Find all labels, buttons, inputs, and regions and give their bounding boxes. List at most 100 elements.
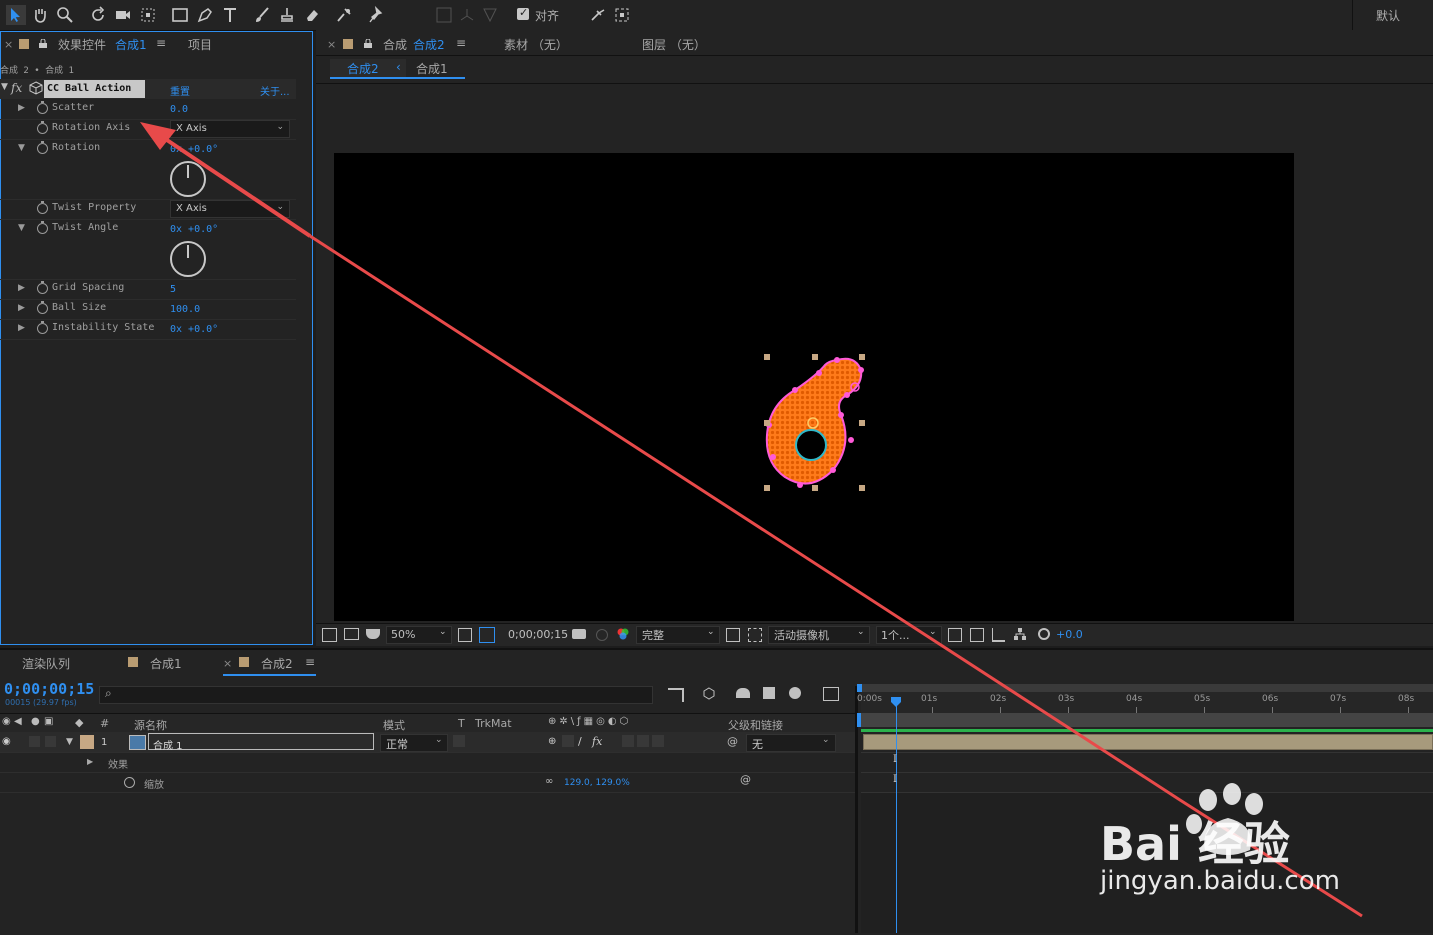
layer-collapse-arrow-icon[interactable]: ▼ [66, 737, 73, 747]
comp2-tab[interactable]: 合成2 [261, 655, 293, 672]
views-dropdown[interactable]: 1个... ⌄ [876, 626, 942, 644]
comp-nav-arrow-icon[interactable]: ‹ [396, 60, 401, 74]
shape-layer-six[interactable] [755, 345, 875, 500]
layer-collapse-switch[interactable] [562, 735, 574, 747]
monitor-icon[interactable] [344, 628, 359, 640]
parent-dropdown[interactable]: 无 ⌄ [746, 734, 836, 752]
twist-property-dropdown[interactable]: X Axis ⌄ [170, 200, 290, 218]
viewer-tab-close-icon[interactable]: × [327, 38, 336, 51]
layer-search-input[interactable] [99, 686, 653, 704]
layer-fx-switch[interactable]: fx [592, 735, 602, 748]
rotation-dial[interactable] [170, 161, 206, 197]
resolution-grid-icon[interactable] [458, 628, 472, 642]
audio-icon[interactable]: ◀ [14, 716, 22, 727]
video-eye-icon[interactable]: ◉ [2, 716, 11, 727]
expand-arrow-icon[interactable]: ▶ [18, 303, 25, 313]
effect-tab-menu-icon[interactable]: ≡ [156, 36, 166, 50]
viewer-tab-label[interactable]: 合成 [383, 36, 407, 53]
stopwatch-icon[interactable] [37, 281, 48, 294]
time-navigator[interactable] [861, 684, 1433, 692]
viewer-tab-menu-icon[interactable]: ≡ [456, 36, 466, 50]
project-tab[interactable]: 项目 [188, 36, 212, 53]
stopwatch-icon[interactable] [37, 121, 48, 134]
lock-icon[interactable] [364, 38, 372, 48]
layer-3d-box[interactable] [652, 735, 664, 747]
fit-view-icon[interactable] [970, 628, 984, 642]
twist-angle-dial[interactable] [170, 241, 206, 277]
exposure-value[interactable]: +0.0 [1056, 628, 1083, 641]
scale-value[interactable]: 129.0, 129.0% [564, 778, 630, 788]
prop-value[interactable]: 0.0 [170, 104, 188, 115]
playhead-line[interactable] [896, 700, 897, 933]
stopwatch-icon[interactable] [37, 321, 48, 334]
render-queue-tab[interactable]: 渲染队列 [22, 655, 70, 672]
current-time-display[interactable]: 0;00;00;15 [4, 680, 94, 698]
blend-mode-dropdown[interactable]: 正常 ⌄ [380, 734, 448, 752]
stopwatch-icon[interactable] [37, 301, 48, 314]
snap-grid-icon[interactable] [612, 5, 632, 25]
stopwatch-icon[interactable] [37, 221, 48, 234]
layer-shy-switch[interactable]: ⊕ [548, 736, 556, 747]
snap-icon[interactable] [588, 5, 608, 25]
navigator-start-handle[interactable] [857, 684, 862, 692]
scale-pickwhip-icon[interactable]: @ [740, 773, 751, 786]
expand-arrow-icon[interactable]: ▶ [18, 283, 25, 293]
time-ruler[interactable] [861, 692, 1433, 713]
effect-reset-link[interactable]: 重置 [170, 83, 190, 98]
camera-dropdown[interactable]: 活动摄像机 ⌄ [768, 626, 870, 644]
zoom-dropdown[interactable]: 50% ⌄ [386, 626, 452, 644]
color-channels-icon[interactable] [617, 628, 629, 640]
quality-dropdown[interactable]: 完整 ⌄ [636, 626, 720, 644]
collapse-arrow-icon[interactable]: ▼ [18, 143, 25, 153]
collapse-arrow-icon[interactable]: ▼ [18, 223, 25, 233]
selection-tool-icon[interactable] [6, 5, 26, 25]
lock-icon[interactable] [39, 38, 47, 48]
col-parent[interactable]: 父级和链接 [728, 717, 783, 733]
comp1-tab[interactable]: 合成1 [150, 655, 182, 672]
fast-preview-icon[interactable] [726, 628, 740, 642]
col-source-name[interactable]: 源名称 [134, 717, 167, 733]
layer-frame-blend-box[interactable] [622, 735, 634, 747]
effects-expand-arrow-icon[interactable]: ▶ [87, 757, 93, 766]
timeline-panel-icon[interactable] [992, 628, 1005, 642]
lock-column-icon[interactable]: ▣ [44, 716, 53, 727]
work-area-bar[interactable] [861, 713, 1433, 727]
effect-expand-icon[interactable]: ▼ [1, 82, 8, 92]
preserve-transparency-box[interactable] [453, 735, 465, 747]
graph-editor-icon[interactable] [823, 687, 839, 701]
prop-value[interactable]: 0x +0.0° [170, 324, 218, 335]
toggle-pixel-aspect-icon[interactable] [948, 628, 962, 642]
layer-solo-box[interactable] [29, 736, 40, 747]
shy-layers-icon[interactable] [736, 688, 750, 698]
workspace-label[interactable]: 默认 [1376, 7, 1400, 24]
reset-exposure-icon[interactable] [1038, 628, 1050, 640]
frame-blending-icon[interactable] [763, 687, 775, 699]
prop-value[interactable]: 0x +0.0° [170, 144, 218, 155]
col-mode[interactable]: 模式 [383, 717, 405, 733]
draft-3d-icon[interactable] [702, 686, 716, 700]
stopwatch-icon[interactable] [37, 201, 48, 214]
layer-motion-blur-box[interactable] [637, 735, 649, 747]
comp-nav-parent[interactable]: 合成1 [416, 60, 448, 77]
effect-tab-label[interactable]: 效果控件 [58, 36, 106, 53]
parent-pickwhip-icon[interactable]: @ [727, 735, 738, 748]
effect-about-link[interactable]: 关于... [260, 83, 290, 98]
snapshot-camera-icon[interactable] [572, 629, 586, 639]
fx-icon[interactable]: fx [11, 81, 22, 95]
flowchart-icon[interactable] [1014, 628, 1026, 640]
pan-behind-tool-icon[interactable] [138, 5, 158, 25]
footage-tab[interactable]: 素材 （无） [504, 36, 568, 53]
rotate-tool-icon[interactable] [88, 5, 108, 25]
layer-duration-bar[interactable] [863, 734, 1433, 750]
layer-lock-box[interactable] [45, 736, 56, 747]
layer-tab[interactable]: 图层 （无） [642, 36, 706, 53]
comp-nav-current[interactable]: 合成2 [347, 60, 379, 77]
switches-icons[interactable]: ⊕✲\ƒ▦◎◐⬡ [548, 716, 631, 727]
brush-tool-icon[interactable] [252, 5, 272, 25]
clone-stamp-tool-icon[interactable] [277, 5, 297, 25]
col-trkmat[interactable]: TrkMat [475, 717, 512, 730]
transparency-grid-icon[interactable] [748, 628, 762, 642]
constrain-proportions-link-icon[interactable]: ∞ [545, 776, 553, 787]
expand-arrow-icon[interactable]: ▶ [18, 103, 25, 113]
always-preview-icon[interactable] [322, 628, 337, 642]
